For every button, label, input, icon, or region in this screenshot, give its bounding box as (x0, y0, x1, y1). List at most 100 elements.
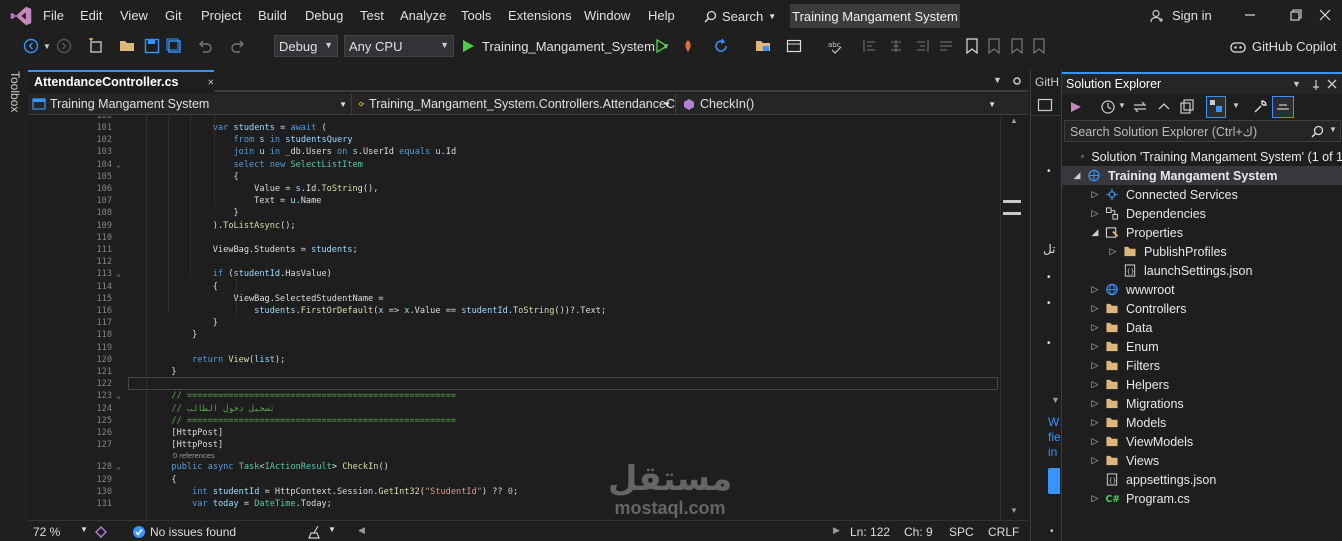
menu-analyze[interactable]: Analyze (400, 8, 446, 23)
sign-in-button[interactable]: Sign in (1150, 8, 1212, 23)
line-indicator[interactable]: Ln: 122 (850, 525, 890, 539)
expand-arrow-icon[interactable]: ▷ (1090, 417, 1100, 428)
expand-arrow-icon[interactable]: ▷ (1090, 360, 1100, 371)
github-copilot-button[interactable]: GitHub Copilot (1230, 38, 1337, 54)
menu-extensions[interactable]: Extensions (508, 8, 572, 23)
spell-check-icon[interactable]: abc (828, 38, 844, 54)
redo-icon[interactable] (230, 38, 246, 54)
menu-tools[interactable]: Tools (461, 8, 491, 23)
settings-icon[interactable] (1012, 75, 1022, 87)
window-position-dropdown-icon[interactable]: ▼ (1292, 79, 1301, 89)
tree-item[interactable]: ▷ Filters (1062, 356, 1342, 375)
menu-file[interactable]: File (43, 8, 64, 23)
back-icon[interactable] (23, 38, 39, 54)
scroll-up-icon[interactable]: ▲ (1010, 116, 1018, 125)
tree-item[interactable]: ◢ Training Mangament System (1062, 166, 1342, 185)
align-left-icon[interactable] (862, 38, 878, 54)
close-panel-icon[interactable] (1327, 79, 1337, 89)
tab-list-dropdown-icon[interactable]: ▼ (993, 75, 1002, 85)
tree-item[interactable]: ▷ Controllers (1062, 299, 1342, 318)
tree-item[interactable]: ▷ wwwroot (1062, 280, 1342, 299)
expand-arrow-icon[interactable]: ▷ (1090, 303, 1100, 314)
close-tab-icon[interactable] (208, 77, 214, 87)
show-all-files-icon[interactable] (1179, 99, 1195, 115)
fold-toggle-icon[interactable]: ⌄ (116, 268, 121, 280)
tree-item[interactable]: ◢ Properties (1062, 223, 1342, 242)
undo-icon[interactable] (197, 38, 213, 54)
menu-test[interactable]: Test (360, 8, 384, 23)
preview-selected-items-button[interactable] (1272, 96, 1294, 118)
hscroll-left-icon[interactable]: ◀ (358, 525, 365, 536)
send-button-fragment[interactable] (1048, 468, 1060, 494)
menu-help[interactable]: Help (648, 8, 675, 23)
solution-platform-select[interactable]: Any CPU ▼ (344, 35, 454, 57)
fold-toggle-icon[interactable]: ⌄ (116, 461, 121, 473)
toolbox-side-tab[interactable]: Toolbox (0, 68, 26, 541)
expand-arrow-icon[interactable]: ▷ (1090, 493, 1100, 504)
sync-icon[interactable] (1132, 99, 1148, 115)
intellicode-icon[interactable] (94, 525, 108, 539)
bookmark-icon[interactable] (965, 38, 979, 54)
codelens-references[interactable]: 0 references (173, 451, 215, 460)
code-text-area[interactable]: 100 101 var students = await (102 from s … (28, 116, 1000, 520)
fold-toggle-icon[interactable]: ⌄ (116, 390, 121, 402)
scroll-thumb[interactable] (1003, 212, 1021, 215)
expand-arrow-icon[interactable]: ▷ (1090, 284, 1100, 295)
collapse-all-icon[interactable] (1156, 99, 1172, 115)
wrench-icon[interactable] (1252, 99, 1268, 115)
pending-changes-filter-button[interactable] (1206, 96, 1226, 118)
restore-icon[interactable] (1289, 8, 1303, 22)
window-layout-icon[interactable] (786, 38, 802, 54)
start-without-debugging-icon[interactable] (656, 39, 668, 53)
tab-attendance-controller[interactable]: AttendanceController.cs (28, 70, 214, 92)
menu-window[interactable]: Window (584, 8, 630, 23)
align-right-icon[interactable] (914, 38, 930, 54)
tree-item[interactable]: ▷ C# Program.cs (1062, 489, 1342, 508)
new-project-icon[interactable] (88, 38, 104, 54)
expand-arrow-icon[interactable]: ▷ (1090, 341, 1100, 352)
tree-item[interactable]: ▷ PublishProfiles (1062, 242, 1342, 261)
hscroll-right-icon[interactable]: ▶ (833, 525, 840, 536)
copilot-tab-fragment[interactable]: GitH (1035, 75, 1059, 89)
forward-icon[interactable] (56, 38, 72, 54)
tree-item[interactable]: ▷ Views (1062, 451, 1342, 470)
zoom-select[interactable]: 72 % (33, 525, 60, 539)
tree-item[interactable]: ▷ Enum (1062, 337, 1342, 356)
history-icon[interactable] (1100, 99, 1116, 115)
chevron-down-icon[interactable]: ▼ (1329, 125, 1337, 134)
link-fragment-fie[interactable]: fie (1048, 430, 1060, 444)
tree-item[interactable]: ▷ Helpers (1062, 375, 1342, 394)
vs-switch-views-icon[interactable] (1068, 99, 1084, 115)
tree-item[interactable]: {} appsettings.json (1062, 470, 1342, 489)
chevron-down-icon[interactable]: ▼ (1051, 395, 1060, 405)
expand-arrow-icon[interactable]: ▷ (1090, 189, 1100, 200)
link-fragment-in[interactable]: in (1048, 445, 1057, 459)
solution-folder-icon[interactable] (755, 38, 771, 54)
expand-arrow-icon[interactable]: ▷ (1090, 398, 1100, 409)
tree-item[interactable]: ▷ ViewModels (1062, 432, 1342, 451)
bookmark-prev-icon[interactable] (987, 38, 1001, 54)
menu-build[interactable]: Build (258, 8, 287, 23)
tree-item[interactable]: ▷ Dependencies (1062, 204, 1342, 223)
tree-item[interactable]: ▷ Connected Services (1062, 185, 1342, 204)
expand-arrow-icon[interactable]: ▷ (1108, 246, 1118, 257)
link-fragment-w[interactable]: W (1048, 415, 1059, 429)
issues-status[interactable]: No issues found (150, 525, 236, 539)
bookmark-next-icon[interactable] (1010, 38, 1024, 54)
pin-icon[interactable] (1310, 79, 1322, 91)
menu-project[interactable]: Project (201, 8, 241, 23)
vertical-scrollbar[interactable]: ▲ ▼ (1000, 116, 1028, 520)
menu-debug[interactable]: Debug (305, 8, 343, 23)
tree-item[interactable]: ▷ Data (1062, 318, 1342, 337)
refresh-icon[interactable] (713, 38, 729, 54)
solution-search-input[interactable]: Search Solution Explorer (Ctrl+ك) ▼ (1064, 120, 1341, 142)
chat-threads-icon[interactable] (1037, 97, 1053, 113)
start-debugging-button[interactable]: Training_Mangament_System ▼ (462, 38, 670, 54)
global-search-button[interactable]: Search ▼ (698, 5, 778, 27)
bookmark-clear-icon[interactable] (1032, 38, 1046, 54)
menu-edit[interactable]: Edit (80, 8, 102, 23)
column-indicator[interactable]: Ch: 9 (904, 525, 933, 539)
comment-icon[interactable] (938, 38, 954, 54)
nav-class-select[interactable]: Training_Mangament_System.Controllers.At… (354, 94, 676, 114)
tree-item[interactable]: ▷ Models (1062, 413, 1342, 432)
